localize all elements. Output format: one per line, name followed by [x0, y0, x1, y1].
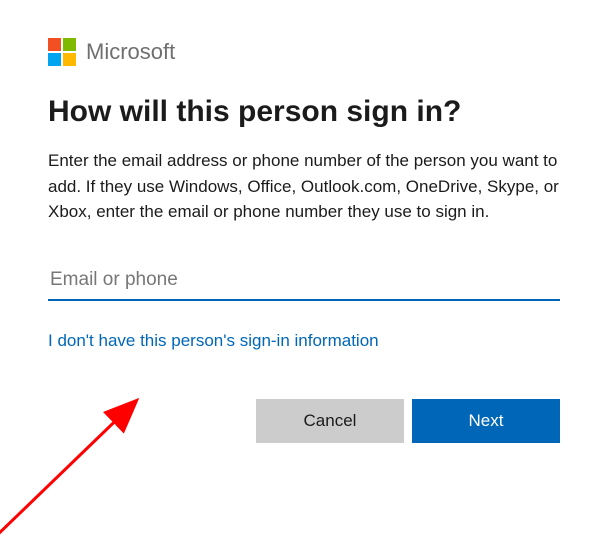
page-title: How will this person sign in?	[48, 94, 560, 130]
microsoft-logo-icon	[48, 38, 76, 66]
email-phone-field-row	[48, 263, 560, 301]
instruction-text: Enter the email address or phone number …	[48, 148, 560, 225]
email-phone-input[interactable]	[48, 263, 560, 301]
brand-header: Microsoft	[48, 38, 560, 66]
cancel-button[interactable]: Cancel	[256, 399, 404, 443]
dialog-button-row: Cancel Next	[48, 399, 560, 443]
brand-name: Microsoft	[86, 39, 175, 65]
no-signin-info-link[interactable]: I don't have this person's sign-in infor…	[48, 331, 379, 350]
next-button[interactable]: Next	[412, 399, 560, 443]
